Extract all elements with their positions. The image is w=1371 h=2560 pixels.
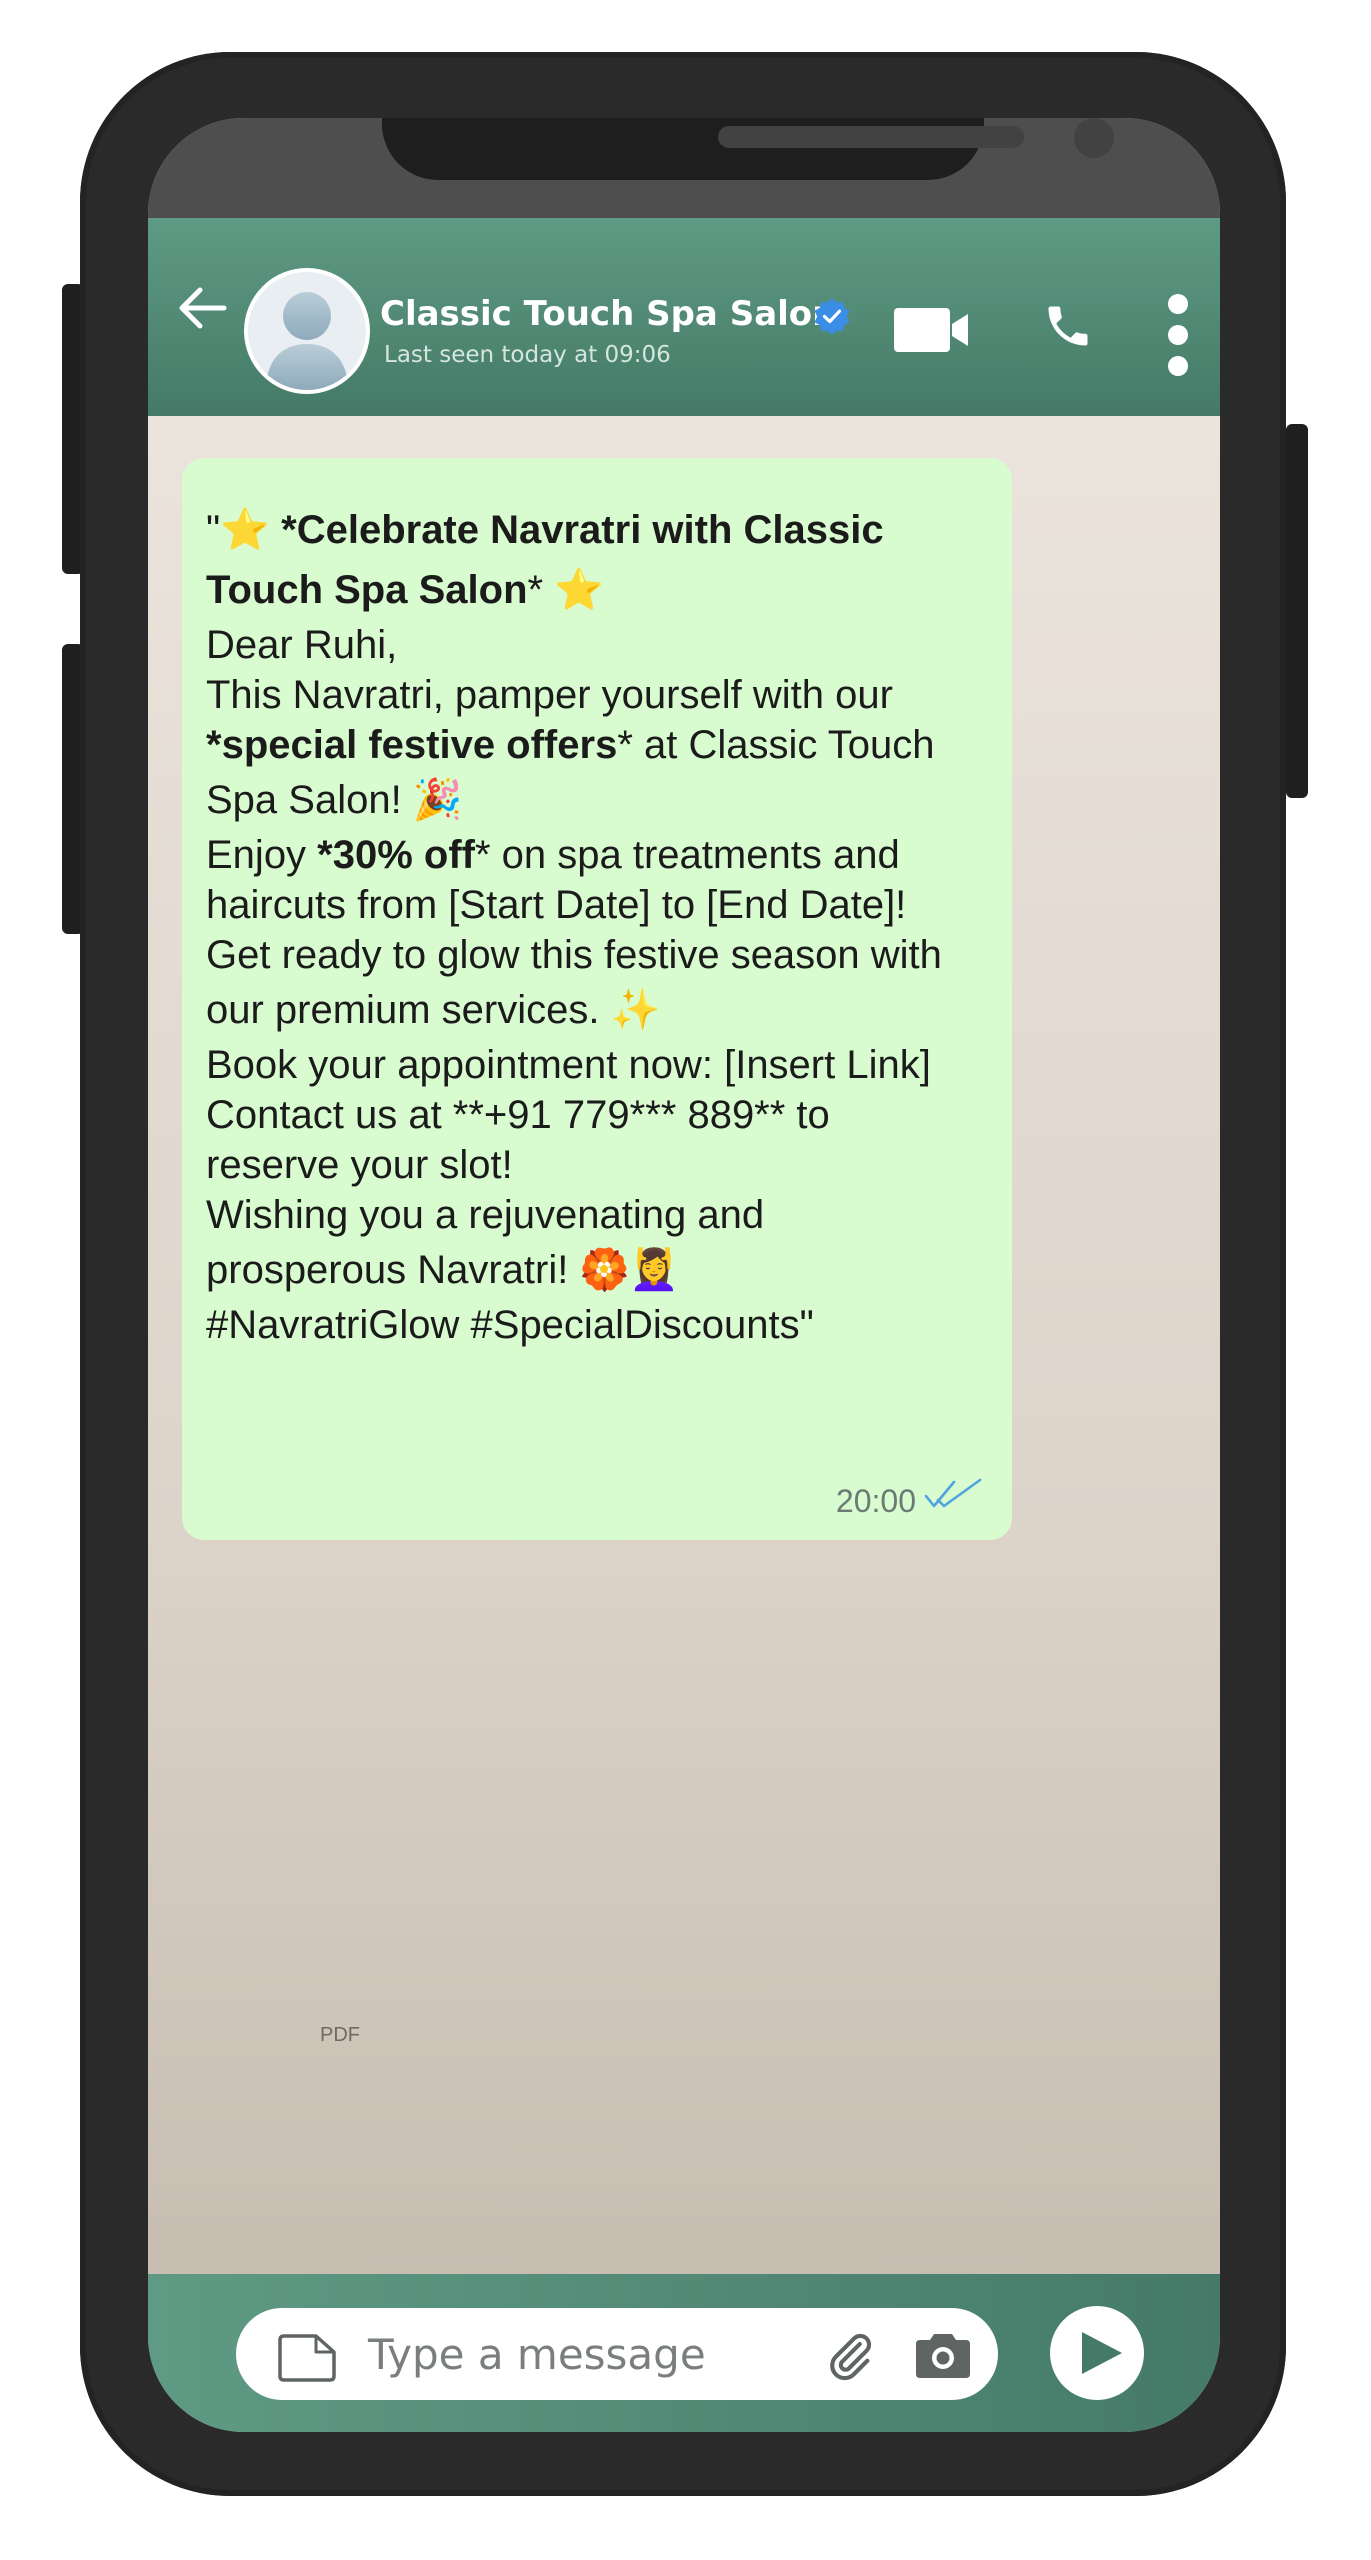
message-text-run: Contact us at **+91 779*** 889** to xyxy=(206,1093,830,1137)
message-text-run: Get ready to glow this festive season wi… xyxy=(206,933,942,977)
avatar[interactable] xyxy=(244,268,370,394)
double-check-icon xyxy=(924,1472,984,1522)
message-text-run: haircuts from [Start Date] to [End Date]… xyxy=(206,883,907,927)
chat-header: Classic Touch Spa Salon Last seen today … xyxy=(148,218,1220,416)
message-text-run: *Celebrate Navratri with Classic xyxy=(270,508,884,552)
menu-button[interactable] xyxy=(1164,292,1192,382)
message-text-run: * xyxy=(527,568,555,612)
send-button[interactable] xyxy=(1050,2306,1144,2400)
message-text-run: Wishing you a rejuvenating and xyxy=(206,1193,765,1237)
last-seen-status: Last seen today at 09:06 xyxy=(384,342,671,368)
contact-name[interactable]: Classic Touch Spa Salon xyxy=(380,294,836,334)
message-text-run: * on spa treatments and xyxy=(474,833,900,877)
message-text-run: This Navratri, pamper yourself with our xyxy=(206,673,893,717)
message-line: "⭐ *Celebrate Navratri with Classic xyxy=(206,500,988,560)
message-text-run: " xyxy=(206,508,221,552)
message-text-run: our premium services. xyxy=(206,988,611,1032)
message-time: 20:00 xyxy=(835,1483,916,1519)
voice-call-button[interactable] xyxy=(1042,300,1094,356)
arrow-left-icon xyxy=(179,287,227,329)
message-line: Touch Spa Salon* ⭐ xyxy=(206,560,988,620)
message-line: our premium services. ✨ xyxy=(206,980,988,1040)
message-line: #NavratriGlow #SpecialDiscounts" xyxy=(206,1300,988,1350)
front-camera xyxy=(1074,118,1114,158)
message-text: "⭐ *Celebrate Navratri with Classic Touch… xyxy=(206,500,988,1350)
message-line: Get ready to glow this festive season wi… xyxy=(206,930,988,980)
message-line: haircuts from [Start Date] to [End Date]… xyxy=(206,880,988,930)
message-line: Dear Ruhi, xyxy=(206,620,988,670)
message-text-run: reserve your slot! xyxy=(206,1143,513,1187)
message-placeholder: Type a message xyxy=(368,2330,706,2379)
message-text-run: Book your appointment now: [Insert Link] xyxy=(206,1043,931,1087)
message-line: This Navratri, pamper yourself with our xyxy=(206,670,988,720)
notch xyxy=(382,118,1114,180)
emoji: 💆‍♀️ xyxy=(629,1247,680,1293)
side-button-right xyxy=(1286,424,1308,798)
message-input[interactable]: Type a message xyxy=(236,2308,998,2400)
message-text-run: Dear Ruhi, xyxy=(206,623,398,667)
message-line: reserve your slot! xyxy=(206,1140,988,1190)
paperclip-icon[interactable] xyxy=(824,2330,876,2386)
emoji: ⭐ xyxy=(220,507,271,553)
emoji: ⭐ xyxy=(554,567,605,613)
message-line: *special festive offers* at Classic Touc… xyxy=(206,720,988,770)
speaker-grille xyxy=(718,126,1024,148)
phone-screen: Classic Touch Spa Salon Last seen today … xyxy=(148,118,1220,2432)
message-text-run: *30% off xyxy=(317,833,475,877)
message-text-run: Touch Spa Salon xyxy=(206,568,528,612)
message-text-run: *special festive offers xyxy=(206,723,618,767)
message-text-run: Enjoy xyxy=(206,833,318,877)
pdf-watermark: PDF xyxy=(320,2024,360,2046)
document-icon[interactable] xyxy=(276,2334,338,2386)
message-text-run: Spa Salon! xyxy=(206,778,413,822)
phone-call-icon xyxy=(1048,306,1088,346)
send-icon xyxy=(1082,2332,1122,2374)
emoji: 🏵️ xyxy=(579,1247,630,1293)
more-vertical-icon xyxy=(1168,294,1188,376)
message-line: Spa Salon! 🎉 xyxy=(206,770,988,830)
verified-badge xyxy=(812,296,852,336)
message-text-run: * at Classic Touch xyxy=(617,723,935,767)
video-camera-icon xyxy=(894,308,968,352)
message-text-run: prosperous Navratri! xyxy=(206,1248,580,1292)
message-line: Book your appointment now: [Insert Link] xyxy=(206,1040,988,1090)
composer-bar: Type a message xyxy=(148,2274,1220,2432)
emoji: 🎉 xyxy=(412,777,463,823)
message-line: Contact us at **+91 779*** 889** to xyxy=(206,1090,988,1140)
verified-check-icon xyxy=(814,298,850,335)
message-line: Wishing you a rejuvenating and xyxy=(206,1190,988,1240)
message-line: Enjoy *30% off* on spa treatments and xyxy=(206,830,988,880)
emoji: ✨ xyxy=(610,987,661,1033)
back-button[interactable] xyxy=(172,278,232,338)
message-line: prosperous Navratri! 🏵️💆‍♀️ xyxy=(206,1240,988,1300)
camera-icon[interactable] xyxy=(912,2332,974,2384)
message-text-run: #NavratriGlow #SpecialDiscounts" xyxy=(206,1303,814,1347)
video-call-button[interactable] xyxy=(894,306,972,358)
person-icon xyxy=(266,292,348,390)
chat-area[interactable]: "⭐ *Celebrate Navratri with Classic Touch… xyxy=(148,416,1220,2274)
message-bubble[interactable]: "⭐ *Celebrate Navratri with Classic Touch… xyxy=(182,458,1012,1540)
